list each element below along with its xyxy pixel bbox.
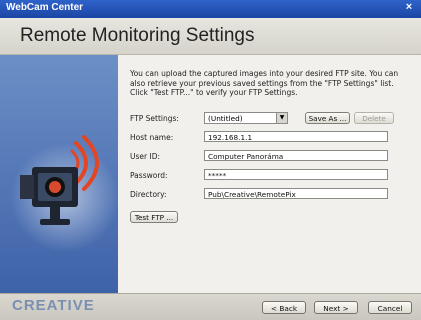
close-button[interactable]: × [403,1,415,13]
host-name-input[interactable]: 192.168.1.1 [204,131,388,142]
cancel-button[interactable]: Cancel [368,301,412,314]
webcam-center-window: WebCam Center × Remote Monitoring Settin… [0,0,421,320]
title-bar: WebCam Center × [0,0,421,18]
save-as-button[interactable]: Save As ... [305,112,350,124]
delete-button[interactable]: Delete [354,112,394,124]
test-ftp-button[interactable]: Test FTP ... [130,211,178,223]
next-button[interactable]: Next > [314,301,358,314]
chevron-down-icon[interactable]: ▼ [276,113,287,123]
password-label: Password: [130,171,168,180]
directory-label: Directory: [130,190,167,199]
ftp-settings-value: (Untitled) [208,114,243,123]
back-button[interactable]: < Back [262,301,306,314]
page-header: Remote Monitoring Settings [0,18,421,55]
wizard-footer: CREATIVE < Back Next > Cancel [0,293,421,320]
directory-input[interactable]: Pub\Creative\RemotePix [204,188,388,199]
ftp-settings-dropdown[interactable]: (Untitled) ▼ [204,112,288,124]
ftp-settings-label: FTP Settings: [130,114,179,123]
instructions-text: You can upload the captured images into … [130,69,399,97]
page-title: Remote Monitoring Settings [20,25,255,46]
creative-logo: CREATIVE [12,297,95,314]
user-id-label: User ID: [130,152,160,161]
user-id-input[interactable]: Computer Panoráma [204,150,388,161]
password-input[interactable]: ***** [204,169,388,180]
webcam-icon [20,167,78,225]
content-panel: You can upload the captured images into … [118,55,421,293]
window-title: WebCam Center [6,2,84,13]
host-name-label: Host name: [130,133,174,142]
illustration-panel [0,55,120,293]
